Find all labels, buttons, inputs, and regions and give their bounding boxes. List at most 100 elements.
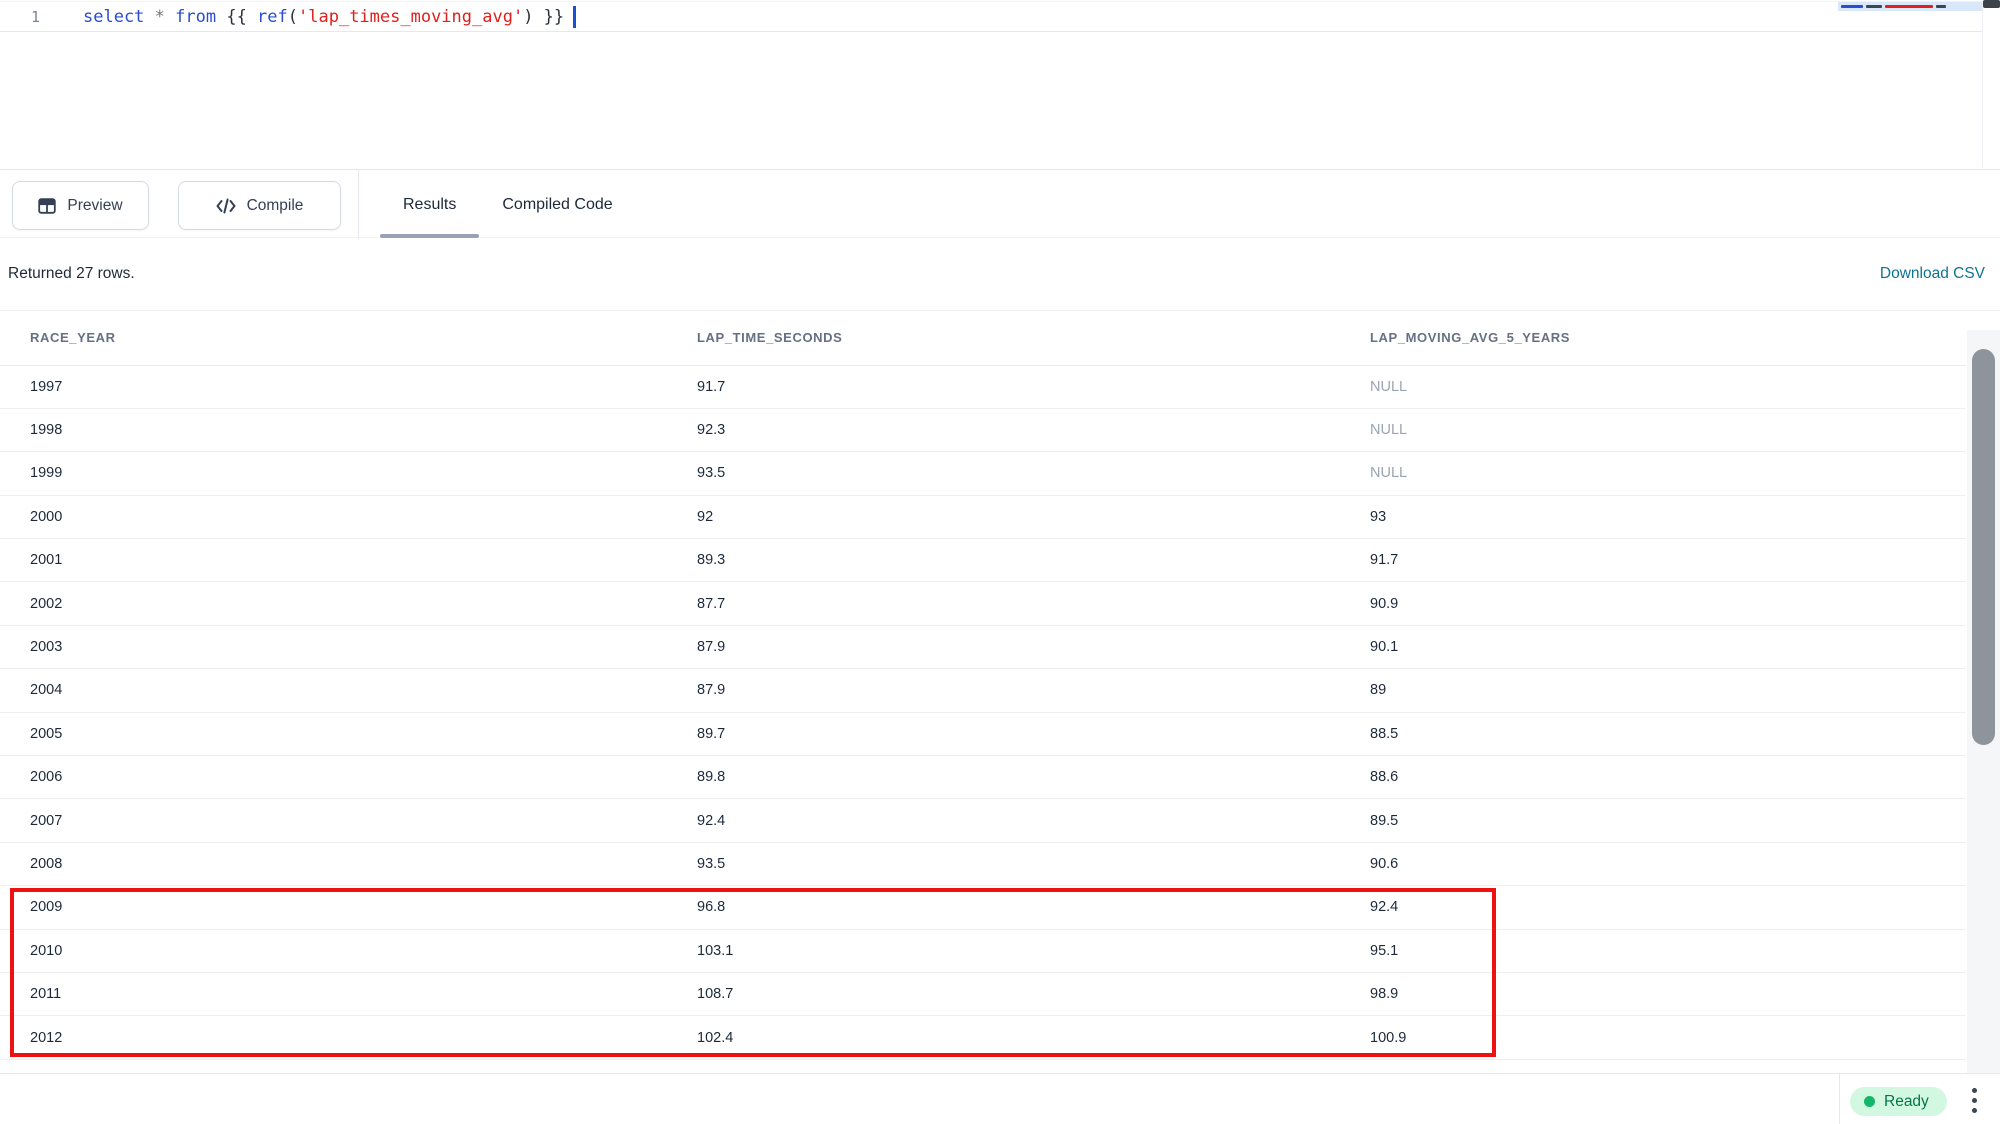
table-cell: 2005 bbox=[0, 712, 667, 755]
ready-dot-icon bbox=[1864, 1096, 1875, 1107]
kebab-menu-icon[interactable] bbox=[1966, 1088, 1982, 1113]
ide-status-badge[interactable]: Ready bbox=[1850, 1087, 1947, 1116]
results-table: RACE_YEARLAP_TIME_SECONDSLAP_MOVING_AVG_… bbox=[0, 311, 1966, 1060]
jinja-ref-function: ref bbox=[257, 7, 288, 27]
sql-keyword: select bbox=[83, 7, 155, 27]
results-meta-bar: Returned 27 rows. Download CSV bbox=[0, 238, 2000, 311]
minimap-code-mark bbox=[1841, 5, 1863, 8]
preview-button[interactable]: Preview bbox=[12, 181, 149, 230]
table-cell: 2011 bbox=[0, 972, 667, 1015]
table-row: 2011108.798.9 bbox=[0, 972, 1966, 1015]
table-cell: 87.7 bbox=[667, 582, 1340, 625]
minimap-code-mark bbox=[1885, 5, 1933, 8]
table-cell: 92 bbox=[667, 495, 1340, 538]
table-cell: 89 bbox=[1340, 669, 1966, 712]
scrollbar-thumb[interactable] bbox=[1972, 349, 1995, 745]
table-row: 200487.989 bbox=[0, 669, 1966, 712]
table-cell: 96.8 bbox=[667, 886, 1340, 929]
minimap-code-mark bbox=[1866, 5, 1882, 8]
status-bar-divider bbox=[1839, 1074, 1840, 1124]
table-cell: 95.1 bbox=[1340, 929, 1966, 972]
table-grid-icon bbox=[38, 197, 56, 215]
minimap-divider bbox=[1982, 0, 1983, 168]
model-name-string: 'lap_times_moving_avg' bbox=[298, 7, 523, 27]
download-csv-link[interactable]: Download CSV bbox=[1880, 265, 1985, 283]
table-row: 200387.990.1 bbox=[0, 625, 1966, 668]
table-cell: 91.7 bbox=[667, 365, 1340, 408]
column-header: LAP_MOVING_AVG_5_YEARS bbox=[1340, 311, 1966, 365]
table-cell: 89.7 bbox=[667, 712, 1340, 755]
column-header: RACE_YEAR bbox=[0, 311, 667, 365]
line-number: 1 bbox=[0, 8, 40, 26]
ide-status-label: Ready bbox=[1884, 1093, 1929, 1111]
sql-star-operator: * bbox=[155, 7, 175, 27]
table-row: 2012102.4100.9 bbox=[0, 1016, 1966, 1059]
code-editor[interactable]: 1 select * from {{ ref('lap_times_moving… bbox=[0, 0, 2000, 168]
table-row: 199993.5NULL bbox=[0, 452, 1966, 495]
returned-rows-text: Returned 27 rows. bbox=[8, 265, 135, 283]
column-header: LAP_TIME_SECONDS bbox=[667, 311, 1340, 365]
code-line[interactable]: select * from {{ ref('lap_times_moving_a… bbox=[40, 6, 576, 28]
dbt-ide-page: 1 select * from {{ ref('lap_times_moving… bbox=[0, 0, 2000, 1124]
tab-results-label: Results bbox=[403, 196, 456, 214]
compile-button[interactable]: Compile bbox=[178, 181, 341, 230]
table-cell: 88.5 bbox=[1340, 712, 1966, 755]
table-cell: 2000 bbox=[0, 495, 667, 538]
table-cell: 100.9 bbox=[1340, 1016, 1966, 1059]
table-cell: 102.4 bbox=[667, 1016, 1340, 1059]
table-cell: 92.4 bbox=[1340, 886, 1966, 929]
table-cell: 93 bbox=[1340, 495, 1966, 538]
results-tabs: Results Compiled Code bbox=[380, 170, 636, 239]
table-cell: 88.6 bbox=[1340, 756, 1966, 799]
table-cell: 93.5 bbox=[667, 452, 1340, 495]
jinja-open-braces: {{ bbox=[226, 7, 257, 27]
minimap-code-mark bbox=[1936, 5, 1946, 8]
table-row: 199892.3NULL bbox=[0, 408, 1966, 451]
table-cell: 98.9 bbox=[1340, 972, 1966, 1015]
sql-keyword: from bbox=[175, 7, 226, 27]
table-row: 200996.892.4 bbox=[0, 886, 1966, 929]
tab-compiled-code[interactable]: Compiled Code bbox=[479, 170, 635, 239]
table-cell: 2012 bbox=[0, 1016, 667, 1059]
table-cell: 2002 bbox=[0, 582, 667, 625]
table-cell: 108.7 bbox=[667, 972, 1340, 1015]
results-table-header-row: RACE_YEARLAP_TIME_SECONDSLAP_MOVING_AVG_… bbox=[0, 311, 1966, 365]
editor-scrollbar-thumb[interactable] bbox=[1983, 0, 2000, 8]
editor-minimap bbox=[1838, 2, 1982, 11]
table-cell: 2003 bbox=[0, 625, 667, 668]
table-cell: NULL bbox=[1340, 365, 1966, 408]
editor-active-line[interactable]: 1 select * from {{ ref('lap_times_moving… bbox=[0, 1, 1982, 32]
table-row: 200792.489.5 bbox=[0, 799, 1966, 842]
table-row: 199791.7NULL bbox=[0, 365, 1966, 408]
open-paren: ( bbox=[288, 7, 298, 27]
table-row: 20009293 bbox=[0, 495, 1966, 538]
text-cursor bbox=[573, 6, 576, 28]
table-cell: 103.1 bbox=[667, 929, 1340, 972]
toolbar-divider bbox=[358, 170, 359, 239]
table-row: 200287.790.9 bbox=[0, 582, 1966, 625]
table-cell: 1998 bbox=[0, 408, 667, 451]
table-cell: 2010 bbox=[0, 929, 667, 972]
tab-compiled-code-label: Compiled Code bbox=[502, 196, 612, 214]
table-row: 200689.888.6 bbox=[0, 756, 1966, 799]
table-cell: 89.5 bbox=[1340, 799, 1966, 842]
table-cell: 2009 bbox=[0, 886, 667, 929]
table-cell: 2006 bbox=[0, 756, 667, 799]
table-cell: 89.8 bbox=[667, 756, 1340, 799]
table-cell: 89.3 bbox=[667, 539, 1340, 582]
table-cell: 90.9 bbox=[1340, 582, 1966, 625]
table-cell: 2004 bbox=[0, 669, 667, 712]
results-table-body: 199791.7NULL199892.3NULL199993.5NULL2000… bbox=[0, 365, 1966, 1059]
table-cell: 93.5 bbox=[667, 842, 1340, 885]
table-cell: 2007 bbox=[0, 799, 667, 842]
close-paren: ) bbox=[523, 7, 543, 27]
table-cell: 2008 bbox=[0, 842, 667, 885]
table-cell: 87.9 bbox=[667, 625, 1340, 668]
table-row: 200893.590.6 bbox=[0, 842, 1966, 885]
table-row: 200189.391.7 bbox=[0, 539, 1966, 582]
table-cell: 92.3 bbox=[667, 408, 1340, 451]
table-cell: NULL bbox=[1340, 408, 1966, 451]
tab-results[interactable]: Results bbox=[380, 170, 479, 239]
code-slash-icon bbox=[216, 198, 236, 214]
compile-button-label: Compile bbox=[247, 197, 304, 215]
